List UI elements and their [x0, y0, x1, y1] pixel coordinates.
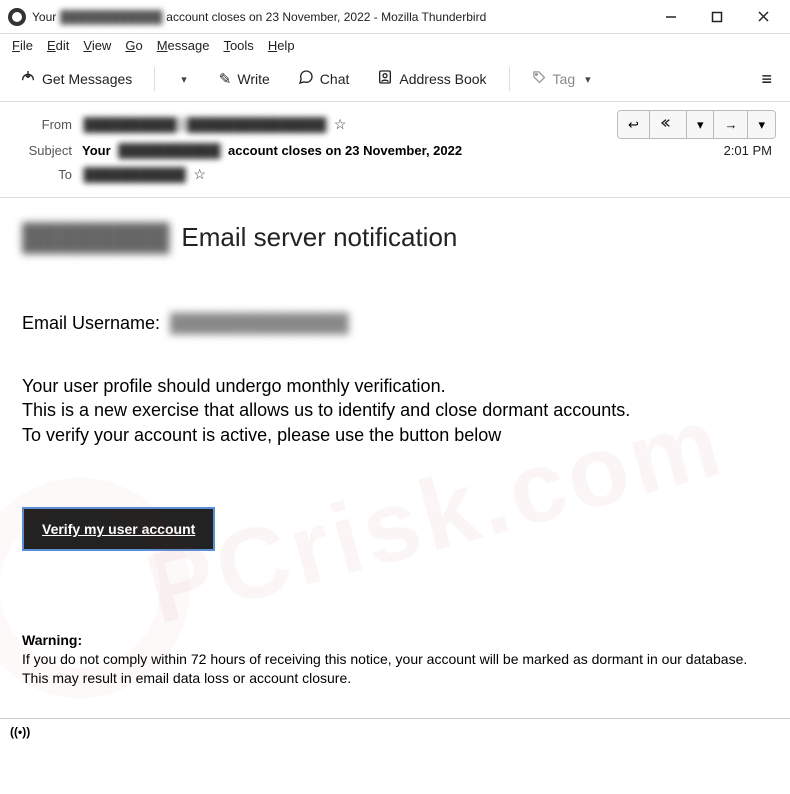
- address-book-button[interactable]: Address Book: [367, 63, 496, 95]
- message-body: PCrisk.com ████████ Email server notific…: [0, 198, 790, 718]
- chevron-down-icon: ▾: [581, 73, 595, 86]
- connection-status-icon[interactable]: ((•)): [10, 725, 30, 739]
- warning-block: Warning: If you do not comply within 72 …: [22, 631, 768, 688]
- minimize-button[interactable]: [650, 3, 692, 31]
- get-messages-button[interactable]: Get Messages: [10, 63, 142, 95]
- tag-icon: [532, 70, 547, 89]
- toolbar: Get Messages ▾ ✎ Write Chat Address Book…: [0, 57, 790, 102]
- from-value: ██████████ · ███████████████ ☆: [82, 116, 346, 133]
- address-book-label: Address Book: [399, 71, 486, 87]
- close-button[interactable]: [742, 3, 784, 31]
- menu-message[interactable]: Message: [157, 38, 210, 53]
- forward-dropdown[interactable]: ▾: [748, 111, 775, 138]
- hamburger-icon: ≡: [761, 69, 772, 89]
- toolbar-divider: [154, 67, 155, 91]
- get-messages-label: Get Messages: [42, 71, 132, 87]
- tag-button[interactable]: Tag ▾: [522, 64, 605, 95]
- write-button[interactable]: ✎ Write: [209, 64, 280, 94]
- menu-edit[interactable]: Edit: [47, 38, 69, 53]
- window-controls: [650, 3, 784, 31]
- statusbar: ((•)): [0, 718, 790, 743]
- chat-label: Chat: [320, 71, 350, 87]
- maximize-button[interactable]: [696, 3, 738, 31]
- address-book-icon: [377, 69, 393, 89]
- to-label: To: [14, 167, 72, 182]
- email-paragraph: Your user profile should undergo monthly…: [22, 374, 768, 447]
- get-messages-dropdown[interactable]: ▾: [167, 67, 201, 92]
- reply-button[interactable]: ↩: [618, 111, 650, 138]
- chevron-down-icon: ▾: [758, 117, 765, 133]
- menu-help[interactable]: Help: [268, 38, 295, 53]
- write-label: Write: [237, 71, 269, 87]
- chat-icon: [298, 69, 314, 89]
- thunderbird-icon: [8, 8, 26, 26]
- star-icon[interactable]: ☆: [334, 116, 347, 133]
- menu-tools[interactable]: Tools: [223, 38, 253, 53]
- from-label: From: [14, 117, 72, 132]
- menu-view[interactable]: View: [83, 38, 111, 53]
- subject-label: Subject: [14, 143, 72, 158]
- forward-button[interactable]: →: [714, 111, 748, 138]
- reply-dropdown[interactable]: ▾: [687, 111, 715, 138]
- email-heading: ████████ Email server notification: [22, 222, 768, 253]
- star-icon[interactable]: ☆: [193, 166, 206, 183]
- app-menu-button[interactable]: ≡: [753, 65, 780, 94]
- toolbar-divider: [509, 67, 510, 91]
- email-username-row: Email Username: ██████████████: [22, 313, 768, 334]
- message-headers: From ██████████ · ███████████████ ☆ ↩ ▾ …: [0, 102, 790, 198]
- window-titlebar: Your ████████████ account closes on 23 N…: [0, 0, 790, 34]
- menu-file[interactable]: File: [12, 38, 33, 53]
- verify-account-button[interactable]: Verify my user account: [22, 507, 215, 551]
- to-value: ███████████ ☆: [82, 166, 206, 183]
- message-time: 2:01 PM: [724, 143, 772, 158]
- menu-go[interactable]: Go: [125, 38, 142, 53]
- menubar: File Edit View Go Message Tools Help: [0, 34, 790, 57]
- window-title: Your ████████████ account closes on 23 N…: [32, 10, 486, 24]
- chat-button[interactable]: Chat: [288, 63, 360, 95]
- download-icon: [20, 69, 36, 89]
- reply-icon: ↩: [628, 117, 639, 133]
- message-action-buttons: ↩ ▾ → ▾: [617, 110, 776, 139]
- chevron-down-icon: ▾: [177, 73, 191, 86]
- subject-value: Your ███████████ account closes on 23 No…: [82, 143, 462, 158]
- chevron-down-icon: ▾: [697, 117, 704, 133]
- reply-all-button[interactable]: [650, 111, 687, 138]
- tag-label: Tag: [553, 71, 576, 87]
- pencil-icon: ✎: [219, 70, 232, 88]
- forward-icon: →: [724, 117, 737, 132]
- reply-all-icon: [660, 116, 676, 133]
